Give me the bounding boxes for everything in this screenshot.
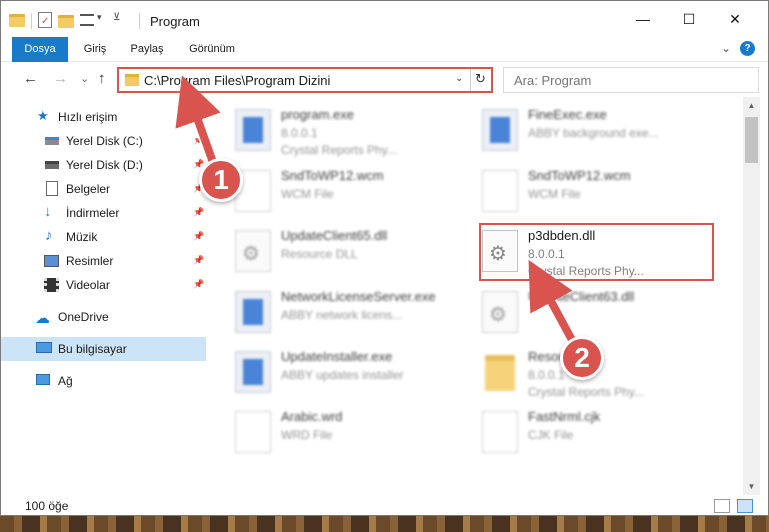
arrow-1 [175, 75, 221, 170]
annotation-arrows [175, 75, 578, 343]
arrow-2 [528, 259, 576, 342]
step-2-marker: 2 [560, 336, 604, 380]
desktop-background [0, 516, 769, 532]
step-1-marker: 1 [199, 158, 243, 202]
